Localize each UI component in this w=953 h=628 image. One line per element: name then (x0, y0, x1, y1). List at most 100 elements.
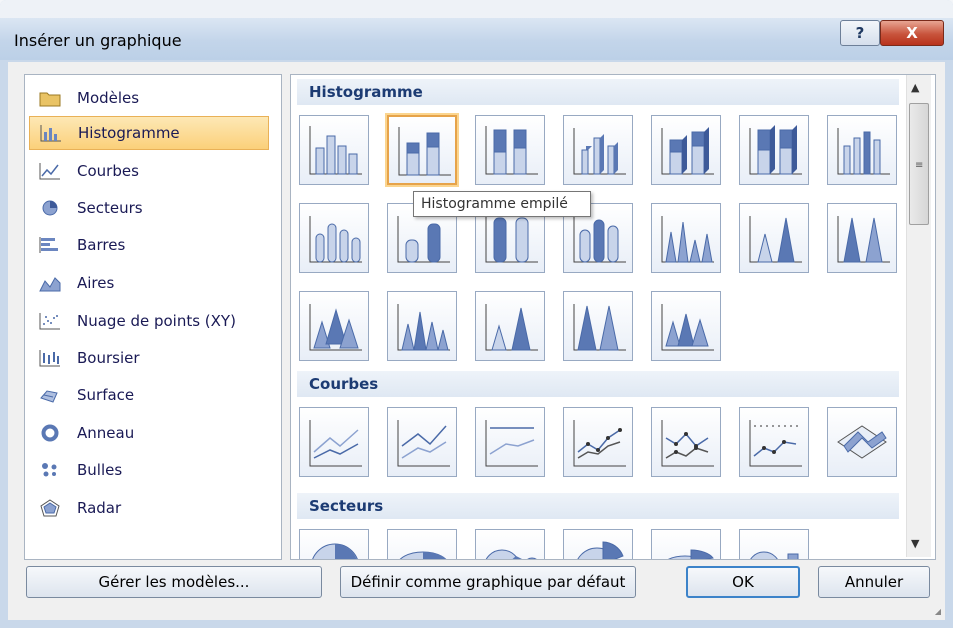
resize-grip-icon[interactable]: ◢ (935, 607, 941, 616)
percent-stacked-cone-icon (837, 216, 890, 263)
chart-tile-100-stacked-line[interactable] (475, 407, 545, 477)
clustered-column-icon (309, 126, 362, 175)
chart-tile-pie[interactable] (299, 529, 369, 559)
radar-chart-icon (39, 499, 61, 517)
scroll-thumb[interactable]: ≡ (909, 103, 929, 225)
chart-tile-3d-stacked-column[interactable] (651, 115, 721, 185)
chart-tile-line-markers[interactable] (563, 407, 633, 477)
chart-type-tooltip: Histogramme empilé (413, 191, 591, 217)
chart-tile-100-stacked-column[interactable] (475, 115, 545, 185)
chart-tile-3d-line[interactable] (827, 407, 897, 477)
chart-tile-100-stacked-line-markers[interactable] (739, 407, 809, 477)
stacked-cone-icon (749, 216, 802, 263)
folder-icon (39, 89, 61, 107)
dialog-title: Insérer un graphique (14, 31, 182, 50)
chart-tile-clustered-column[interactable] (299, 115, 369, 185)
insert-chart-dialog: Insérer un graphique ? X Modèles Histogr… (0, 0, 953, 628)
category-label: Aires (77, 274, 115, 292)
chart-tile-3d-pie[interactable] (387, 529, 457, 559)
3d-line-icon (837, 425, 887, 459)
cancel-button[interactable]: Annuler (818, 566, 930, 598)
surface-chart-icon (39, 386, 61, 404)
chart-tile-clustered-cylinder[interactable] (299, 203, 369, 273)
chart-tile-3d-exploded-pie[interactable] (651, 529, 721, 559)
manage-templates-button[interactable]: Gérer les modèles... (26, 566, 322, 598)
chart-gallery: Histogramme Courbes Secteurs Histogramme… (290, 74, 936, 560)
3d-column-icon (837, 128, 890, 175)
chart-tile-stacked-line[interactable] (387, 407, 457, 477)
exploded-pie-icon (577, 541, 624, 559)
section-header-courbes: Courbes (297, 371, 899, 397)
scroll-up-arrow-icon[interactable]: ▲ (911, 81, 919, 94)
section-header-histogramme: Histogramme (297, 79, 899, 105)
section-header-secteurs: Secteurs (297, 493, 899, 519)
bar-of-pie-icon (750, 551, 799, 559)
ok-button[interactable]: OK (686, 566, 800, 598)
3d-stacked-column-icon (661, 127, 714, 175)
scroll-down-arrow-icon[interactable]: ▼ (911, 537, 919, 550)
category-label: Boursier (77, 349, 140, 367)
category-label: Surface (77, 386, 135, 404)
gallery-scrollbar[interactable]: ▲ ≡ ▼ (906, 75, 931, 557)
chart-tile-bar-of-pie[interactable] (739, 529, 809, 559)
category-label: Radar (77, 499, 122, 517)
chart-tile-3d-cone[interactable] (299, 291, 369, 361)
line-chart-icon (39, 162, 61, 180)
chart-tile-3d-100-stacked-column[interactable] (739, 115, 809, 185)
chart-tile-line[interactable] (299, 407, 369, 477)
pyramid-icon (397, 304, 450, 351)
category-item-boursier[interactable]: Boursier (29, 341, 269, 375)
category-item-barres[interactable]: Barres (29, 228, 269, 262)
close-button[interactable]: X (880, 20, 944, 46)
chart-tile-pie-of-pie[interactable] (475, 529, 545, 559)
cone-icon (661, 216, 714, 263)
category-item-surface[interactable]: Surface (29, 378, 269, 412)
chart-tile-stacked-line-markers[interactable] (651, 407, 721, 477)
category-item-aires[interactable]: Aires (29, 266, 269, 300)
percent-stacked-pyramid-icon (573, 304, 626, 351)
dialog-body: Modèles Histogramme Courbes Secteurs Bar… (8, 62, 945, 620)
pie-icon (312, 543, 358, 559)
3d-percent-stacked-column-icon (749, 125, 802, 175)
chart-tile-stacked-cone[interactable] (739, 203, 809, 273)
category-item-nuage-de-points[interactable]: Nuage de points (XY) (29, 304, 269, 338)
help-button[interactable]: ? (840, 20, 880, 46)
chart-tile-100-stacked-pyramid[interactable] (563, 291, 633, 361)
scroll-grip-icon: ≡ (915, 160, 924, 171)
stacked-line-markers-icon (661, 420, 714, 467)
category-item-secteurs[interactable]: Secteurs (29, 191, 269, 225)
category-item-radar[interactable]: Radar (29, 491, 269, 525)
category-item-bulles[interactable]: Bulles (29, 453, 269, 487)
cylinder-icon (309, 216, 362, 263)
chart-tile-stacked-column[interactable] (387, 115, 457, 185)
stock-chart-icon (39, 349, 61, 367)
column-chart-icon (40, 124, 62, 142)
area-chart-icon (39, 274, 61, 292)
category-label: Courbes (77, 162, 139, 180)
chart-tile-3d-clustered-column[interactable] (563, 115, 633, 185)
chart-tile-stacked-pyramid[interactable] (475, 291, 545, 361)
set-default-chart-button[interactable]: Définir comme graphique par défaut (340, 566, 636, 598)
background-strip (0, 0, 953, 18)
chart-tile-clustered-pyramid[interactable] (387, 291, 457, 361)
chart-tile-3d-pyramid[interactable] (651, 291, 721, 361)
3d-clustered-column-icon (573, 128, 626, 175)
category-item-anneau[interactable]: Anneau (29, 416, 269, 450)
category-item-modeles[interactable]: Modèles (29, 81, 269, 115)
category-item-courbes[interactable]: Courbes (29, 154, 269, 188)
chart-tile-100-stacked-cone[interactable] (827, 203, 897, 273)
category-item-histogramme[interactable]: Histogramme (29, 116, 269, 150)
scatter-chart-icon (39, 312, 61, 330)
category-label: Secteurs (77, 199, 143, 217)
category-label: Bulles (77, 461, 123, 479)
3d-pyramid-icon (661, 304, 714, 351)
chart-tile-exploded-pie[interactable] (563, 529, 633, 559)
bubble-chart-icon (39, 461, 61, 479)
category-label: Barres (77, 236, 126, 254)
category-label: Nuage de points (XY) (77, 312, 236, 330)
chart-tile-3d-column[interactable] (827, 115, 897, 185)
chart-tile-clustered-cone[interactable] (651, 203, 721, 273)
line-markers-icon (573, 420, 626, 467)
bar-chart-icon (39, 236, 61, 254)
pie-of-pie-icon (485, 549, 537, 559)
